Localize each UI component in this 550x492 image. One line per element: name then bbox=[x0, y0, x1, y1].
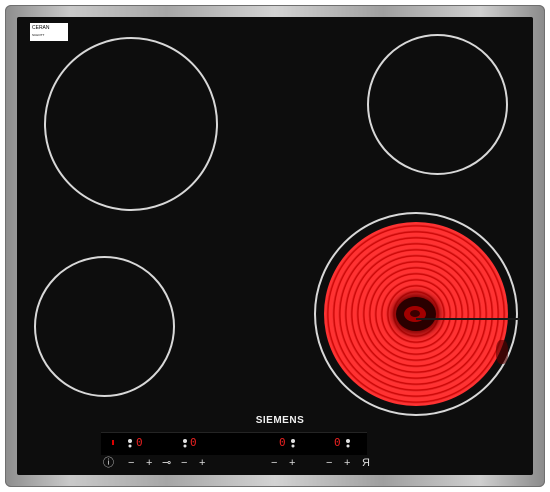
zone-selector-icon bbox=[346, 439, 350, 448]
ceran-logo-text: CERAN bbox=[32, 25, 50, 31]
zone-display-3: 0 bbox=[279, 436, 286, 449]
coil-center-dark bbox=[410, 310, 420, 317]
timer-icon[interactable]: Я bbox=[362, 457, 370, 469]
plus-button[interactable]: + bbox=[199, 457, 205, 469]
ceran-logo: CERAN SCHOTT bbox=[30, 23, 68, 41]
minus-button[interactable]: − bbox=[271, 457, 277, 469]
minus-button[interactable]: − bbox=[128, 457, 134, 469]
plus-button[interactable]: + bbox=[289, 457, 295, 469]
coil-edge-shadow bbox=[496, 340, 508, 364]
zone-display-2: 0 bbox=[190, 436, 197, 449]
zone-selector-icon bbox=[291, 439, 295, 448]
zone-display-1: 0 bbox=[136, 436, 143, 449]
lock-icon[interactable]: ⊸ bbox=[162, 457, 171, 469]
zone-selector-icon bbox=[183, 439, 187, 448]
cooking-zone-bottom-left[interactable] bbox=[34, 256, 175, 397]
zone-selector-icon bbox=[128, 439, 132, 448]
minus-button[interactable]: − bbox=[181, 457, 187, 469]
ceran-subtext: SCHOTT bbox=[32, 33, 45, 37]
plus-button[interactable]: + bbox=[344, 457, 350, 469]
power-icon[interactable]: ⓘ bbox=[103, 457, 114, 469]
cooking-zone-bottom-right[interactable] bbox=[314, 212, 520, 416]
brand-logo: SIEMENS bbox=[255, 415, 305, 426]
heated-coil bbox=[324, 222, 520, 406]
minus-button[interactable]: − bbox=[326, 457, 332, 469]
plus-button[interactable]: + bbox=[146, 457, 152, 469]
temperature-sensor-rod bbox=[416, 318, 520, 320]
zone-display-4: 0 bbox=[334, 436, 341, 449]
residual-heat-indicator bbox=[112, 440, 114, 445]
cooking-zone-top-right[interactable] bbox=[367, 34, 508, 175]
cooking-zone-top-left[interactable] bbox=[44, 37, 218, 211]
